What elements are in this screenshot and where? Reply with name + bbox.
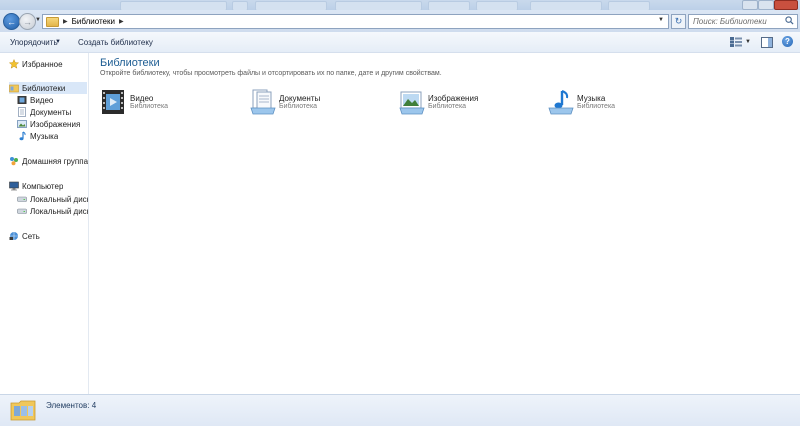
document-icon (18, 107, 26, 117)
music-library-icon (548, 90, 574, 115)
search-placeholder: Поиск: Библиотеки (693, 17, 767, 26)
page-title: Библиотеки (100, 57, 160, 69)
star-icon (9, 59, 19, 69)
arrow-left-icon: ← (7, 16, 16, 27)
sidebar-item-label: Сеть (22, 231, 40, 241)
library-item-music[interactable]: Музыка Библиотека (547, 88, 687, 120)
navigation-pane: Избранное Библиотеки Видео Документы Изо… (0, 53, 89, 394)
video-icon (17, 96, 27, 104)
drive-icon (17, 196, 27, 202)
video-library-icon (102, 90, 124, 114)
recent-pages-dropdown[interactable]: ▼ (35, 17, 41, 23)
item-count: Элементов: 4 (46, 401, 97, 410)
library-name: Видео (130, 94, 154, 103)
breadcrumb-chevron-icon[interactable]: ▶ (119, 18, 124, 25)
preview-pane-button[interactable] (761, 37, 773, 48)
library-item-documents[interactable]: Документы Библиотека (249, 88, 389, 120)
view-options-dropdown[interactable]: ▼ (745, 39, 751, 45)
address-bar[interactable]: ▶ Библиотеки ▶ ▼ (42, 14, 669, 29)
libraries-folder-icon (10, 400, 36, 421)
network-icon (9, 232, 18, 240)
library-item-pictures[interactable]: Изображения Библиотека (398, 88, 538, 120)
library-type: Библиотека (130, 103, 169, 110)
sidebar-item-music[interactable]: Музыка (17, 130, 58, 142)
sidebar-item-label: Локальный диск ( (30, 194, 88, 204)
library-item-video[interactable]: Видео Библиотека (100, 88, 240, 120)
sidebar-item-label: Музыка (30, 131, 59, 141)
address-history-dropdown[interactable]: ▼ (658, 17, 664, 23)
refresh-button[interactable]: ↻ (671, 14, 686, 29)
back-button[interactable]: ← (3, 13, 20, 30)
navigation-bar: ← → ▼ ▶ Библиотеки ▶ ▼ ↻ Поиск: Библиоте… (0, 10, 800, 32)
close-button[interactable] (774, 0, 798, 10)
forward-button[interactable]: → (19, 13, 36, 30)
content-area: Библиотеки Откройте библиотеку, чтобы пр… (89, 53, 800, 394)
page-description: Откройте библиотеку, чтобы просмотреть ф… (100, 70, 442, 77)
computer-icon (9, 181, 19, 191)
sidebar-item-label: Домашняя группа (22, 156, 89, 166)
picture-icon (17, 120, 27, 128)
sidebar-item-computer[interactable]: Компьютер (9, 180, 63, 192)
sidebar-item-drive-2[interactable]: Локальный диск ( (17, 205, 88, 217)
breadcrumb-libraries[interactable]: Библиотеки (72, 17, 115, 26)
refresh-icon: ↻ (674, 16, 683, 26)
sidebar-item-label: Изображения (30, 119, 81, 129)
minimize-button[interactable] (742, 0, 758, 10)
sidebar-item-label: Видео (30, 95, 54, 105)
sidebar-item-label: Компьютер (22, 181, 64, 191)
library-type: Библиотека (279, 103, 318, 110)
homegroup-icon (10, 157, 18, 166)
music-note-icon (19, 131, 26, 141)
arrow-right-icon: → (23, 16, 32, 27)
libraries-folder-icon (46, 16, 59, 27)
help-icon: ? (785, 37, 790, 46)
library-type: Библиотека (428, 103, 467, 110)
libraries-folder-icon (9, 84, 19, 93)
library-name: Изображения (428, 94, 479, 103)
command-bar: Упорядочить ▼ Создать библиотеку ▼ ? (0, 32, 800, 53)
library-type: Библиотека (577, 103, 616, 110)
sidebar-item-pictures[interactable]: Изображения (17, 118, 80, 130)
pictures-library-icon (399, 91, 425, 115)
change-view-icon[interactable] (730, 37, 742, 47)
sidebar-item-label: Локальный диск ( (30, 206, 88, 216)
sidebar-item-documents[interactable]: Документы (17, 106, 71, 118)
library-name: Музыка (577, 94, 606, 103)
create-library-button[interactable]: Создать библиотеку (78, 38, 153, 47)
sidebar-item-network[interactable]: Сеть (9, 230, 40, 242)
sidebar-item-video[interactable]: Видео (17, 94, 53, 106)
sidebar-item-libraries[interactable]: Библиотеки (9, 82, 87, 94)
status-bar: Элементов: 4 (0, 394, 800, 426)
sidebar-item-favorites[interactable]: Избранное (9, 58, 63, 70)
search-icon[interactable] (785, 16, 794, 25)
sidebar-item-label: Библиотеки (22, 83, 66, 93)
breadcrumb-separator-icon[interactable]: ▶ (63, 18, 68, 25)
maximize-button[interactable] (758, 0, 774, 10)
organize-button[interactable]: Упорядочить (10, 38, 58, 47)
sidebar-item-label: Документы (30, 107, 72, 117)
search-input[interactable]: Поиск: Библиотеки (688, 14, 798, 29)
sidebar-item-drive-1[interactable]: Локальный диск ( (17, 193, 88, 205)
help-button[interactable]: ? (782, 36, 793, 47)
chevron-down-icon[interactable]: ▼ (55, 39, 61, 45)
sidebar-item-label: Избранное (22, 59, 63, 69)
sidebar-item-homegroup[interactable]: Домашняя группа (9, 155, 88, 167)
documents-library-icon (250, 89, 276, 115)
drive-icon (17, 208, 27, 214)
library-name: Документы (279, 94, 321, 103)
window-title-strip (0, 0, 800, 11)
